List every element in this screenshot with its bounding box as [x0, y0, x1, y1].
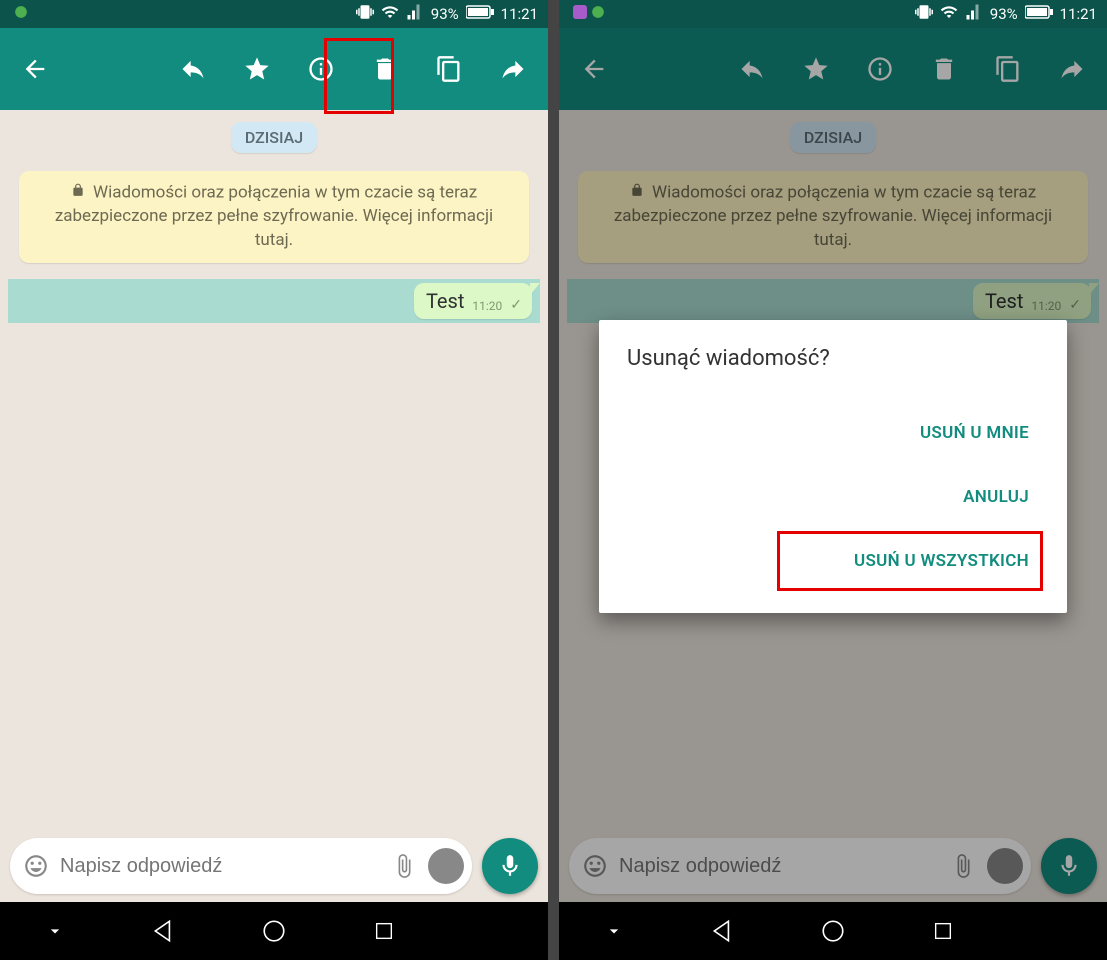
status-bar: 93% 11:21: [0, 0, 548, 28]
emoji-icon[interactable]: [18, 848, 54, 884]
camera-icon[interactable]: [428, 848, 464, 884]
android-nav-bar: [559, 902, 1107, 960]
battery-icon: [1025, 5, 1053, 23]
delete-for-everyone-button[interactable]: USUŃ U WSZYSTKICH: [627, 529, 1039, 593]
attach-icon[interactable]: [386, 848, 422, 884]
clock-text: 11:21: [1060, 5, 1097, 23]
nav-spacer: [1022, 911, 1082, 951]
reply-button[interactable]: [162, 38, 224, 100]
encryption-text: Wiadomości oraz połączenia w tym czacie …: [55, 182, 493, 250]
nav-recent-icon[interactable]: [913, 911, 973, 951]
vibrate-icon: [915, 3, 933, 25]
nav-back-icon[interactable]: [134, 911, 194, 951]
sent-tick-icon: ✓: [510, 297, 522, 313]
dialog-title: Usunąć wiadomość?: [627, 346, 1039, 371]
battery-icon: [466, 5, 494, 23]
selection-action-bar: [0, 28, 548, 110]
nav-recent-icon[interactable]: [354, 911, 414, 951]
phone-screenshot-left: 93% 11:21 DZISIAJ Wiadomości oraz połącz…: [0, 0, 548, 960]
cancel-button[interactable]: ANULUJ: [627, 465, 1039, 529]
lock-icon: [71, 181, 85, 205]
clock-text: 11:21: [501, 5, 538, 23]
encryption-notice[interactable]: Wiadomości oraz połączenia w tym czacie …: [19, 171, 530, 263]
composer-input-box[interactable]: [10, 838, 472, 894]
nav-home-icon[interactable]: [244, 911, 304, 951]
copy-button[interactable]: [418, 38, 480, 100]
info-button[interactable]: [290, 38, 352, 100]
voice-message-button[interactable]: [482, 838, 538, 894]
nav-expand-icon[interactable]: [25, 911, 85, 951]
wifi-icon: [940, 3, 958, 25]
status-bar: 93% 11:21: [559, 0, 1107, 28]
delete-button[interactable]: [354, 38, 416, 100]
delete-for-me-button[interactable]: USUŃ U MNIE: [627, 401, 1039, 465]
vibrate-icon: [356, 3, 374, 25]
phone-screenshot-right: 93% 11:21 DZISIAJ Wiadomości oraz połącz…: [559, 0, 1107, 960]
message-row-selected[interactable]: Test 11:20 ✓: [8, 279, 540, 323]
message-text: Test: [426, 289, 464, 313]
star-button[interactable]: [226, 38, 288, 100]
signal-icon: [406, 3, 424, 25]
composer-bar: [0, 830, 548, 902]
outgoing-message[interactable]: Test 11:20 ✓: [414, 283, 532, 319]
android-nav-bar: [0, 902, 548, 960]
nav-back-icon[interactable]: [693, 911, 753, 951]
back-button[interactable]: [4, 38, 66, 100]
signal-icon: [965, 3, 983, 25]
nav-expand-icon[interactable]: [584, 911, 644, 951]
delete-message-dialog: Usunąć wiadomość? USUŃ U MNIE ANULUJ USU…: [599, 320, 1067, 613]
wifi-icon: [381, 3, 399, 25]
date-chip: DZISIAJ: [231, 122, 317, 153]
forward-button[interactable]: [482, 38, 544, 100]
app-badge-icon-2: [591, 5, 605, 23]
chat-area[interactable]: DZISIAJ Wiadomości oraz połączenia w tym…: [0, 110, 548, 902]
message-time: 11:20: [472, 299, 502, 313]
battery-pct: 93%: [990, 5, 1018, 23]
app-badge-icon: [573, 5, 587, 23]
nav-spacer: [463, 911, 523, 951]
app-badge-icon: [14, 5, 28, 23]
battery-pct: 93%: [431, 5, 459, 23]
nav-home-icon[interactable]: [803, 911, 863, 951]
message-input[interactable]: [60, 855, 380, 878]
